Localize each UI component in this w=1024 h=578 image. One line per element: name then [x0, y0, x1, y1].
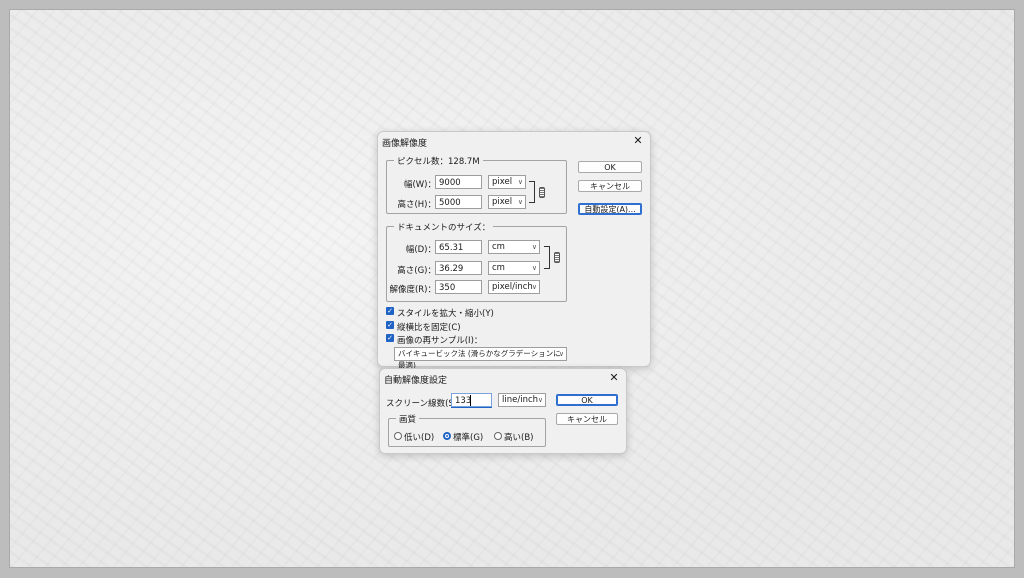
dialog-title: 自動解像度設定 [384, 376, 448, 386]
doc-width-label: 幅(D)： [405, 245, 436, 255]
resolution-unit-value: pixel/inch [492, 282, 533, 292]
resolution-input[interactable]: 350 [435, 280, 482, 294]
chevron-down-icon: ∨ [558, 350, 564, 358]
chevron-down-icon: ∨ [517, 198, 523, 206]
ok-button[interactable]: OK [578, 161, 642, 173]
chain-link-icon [539, 187, 545, 198]
auto-resolution-dialog: 自動解像度設定 ✕ スクリーン線数(S)： 133 line/inch ∨ 画質… [379, 368, 627, 454]
quality-high-label: 高い(B) [504, 433, 534, 443]
quality-low-radio[interactable] [394, 432, 402, 440]
text-caret [470, 395, 471, 406]
quality-high-radio[interactable] [494, 432, 502, 440]
resample-method-select[interactable]: バイキュービック法 (滑らかなグラデーションに最適) ∨ [394, 347, 567, 370]
doc-height-input[interactable]: 36.29 [435, 261, 482, 275]
pixel-height-unit-select[interactable]: pixel ∨ [488, 195, 526, 209]
quality-low-label: 低い(D) [404, 433, 435, 443]
doc-width-input[interactable]: 65.31 [435, 240, 482, 254]
screen-unit-select[interactable]: line/inch ∨ [498, 393, 546, 407]
doc-height-label: 高さ(G)： [397, 266, 436, 276]
document-size-legend: ドキュメントのサイズ： [394, 221, 494, 233]
quality-medium-radio[interactable] [443, 432, 451, 440]
resolution-unit-select[interactable]: pixel/inch ∨ [488, 280, 540, 294]
resample-image-checkbox[interactable]: ✓ [386, 334, 394, 342]
constrain-proportions-checkbox[interactable]: ✓ [386, 321, 394, 329]
pixel-width-label: 幅(W)： [403, 180, 436, 190]
screen-frequency-input[interactable]: 133 [451, 393, 492, 407]
pixel-width-unit-value: pixel [492, 177, 513, 187]
image-size-dialog: 画像解像度 ✕ ピクセル数：128.7M 幅(W)： 9000 pixel ∨ … [377, 131, 651, 370]
resample-image-label: 画像の再サンプル(I)： [397, 336, 483, 346]
quality-legend: 画質 [396, 413, 420, 425]
chain-link-icon [554, 252, 560, 263]
chevron-down-icon: ∨ [531, 243, 537, 251]
scale-styles-checkbox[interactable]: ✓ [386, 307, 394, 315]
pixel-height-unit-value: pixel [492, 197, 513, 207]
resample-method-value: バイキュービック法 (滑らかなグラデーションに最適) [398, 349, 561, 370]
auto-cancel-button[interactable]: キャンセル [556, 413, 618, 425]
doc-link-bracket [544, 246, 550, 269]
chevron-down-icon: ∨ [517, 178, 523, 186]
chevron-down-icon: ∨ [531, 264, 537, 272]
pixel-height-input[interactable]: 5000 [435, 195, 482, 209]
resolution-label: 解像度(R)： [389, 285, 436, 295]
dialog-title: 画像解像度 [382, 139, 428, 149]
chevron-down-icon: ∨ [531, 283, 537, 291]
screen-unit-value: line/inch [502, 395, 539, 405]
screen-frequency-value: 133 [455, 396, 472, 406]
quality-medium-label: 標準(G) [453, 433, 484, 443]
pixel-width-unit-select[interactable]: pixel ∨ [488, 175, 526, 189]
dialog-titlebar[interactable]: 自動解像度設定 ✕ [380, 369, 626, 387]
pixel-link-bracket [529, 181, 535, 203]
auto-button[interactable]: 自動設定(A)... [578, 203, 642, 215]
doc-height-unit-select[interactable]: cm ∨ [488, 261, 540, 275]
constrain-proportions-label: 縦横比を固定(C) [397, 323, 461, 333]
dialog-titlebar[interactable]: 画像解像度 ✕ [378, 132, 650, 150]
pixel-width-input[interactable]: 9000 [435, 175, 482, 189]
doc-width-unit-select[interactable]: cm ∨ [488, 240, 540, 254]
doc-height-unit-value: cm [492, 263, 505, 273]
screen-frequency-label: スクリーン線数(S)： [386, 399, 466, 409]
cancel-button[interactable]: キャンセル [578, 180, 642, 192]
doc-width-unit-value: cm [492, 242, 505, 252]
scale-styles-label: スタイルを拡大・縮小(Y) [397, 309, 494, 319]
close-icon[interactable]: ✕ [632, 134, 644, 147]
auto-ok-button[interactable]: OK [556, 394, 618, 406]
focus-underline [451, 407, 492, 408]
close-icon[interactable]: ✕ [608, 371, 620, 384]
pixel-count-legend: ピクセル数：128.7M [394, 155, 483, 167]
chevron-down-icon: ∨ [537, 396, 543, 404]
pixel-height-label: 高さ(H)： [397, 200, 436, 210]
